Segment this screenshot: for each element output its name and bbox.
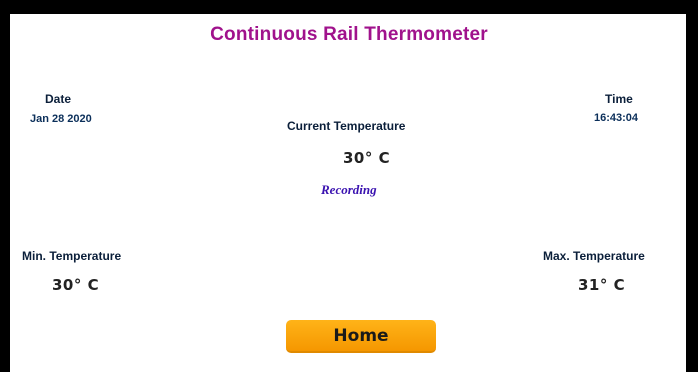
max-temperature-label: Max. Temperature bbox=[543, 249, 645, 263]
date-value: Jan 28 2020 bbox=[30, 113, 92, 125]
current-temperature-value: 30° C bbox=[343, 149, 391, 167]
time-label: Time bbox=[605, 92, 633, 106]
page-title: Continuous Rail Thermometer bbox=[210, 24, 488, 45]
date-label: Date bbox=[45, 92, 72, 106]
current-temperature-label: Current Temperature bbox=[287, 119, 406, 133]
time-value: 16:43:04 bbox=[594, 112, 639, 124]
max-temperature-value: 31° C bbox=[578, 276, 626, 294]
home-button[interactable]: Home bbox=[286, 320, 436, 353]
min-temperature-value: 30° C bbox=[52, 276, 100, 294]
min-temperature-label: Min. Temperature bbox=[22, 249, 122, 263]
recording-status: Recording bbox=[321, 182, 377, 197]
